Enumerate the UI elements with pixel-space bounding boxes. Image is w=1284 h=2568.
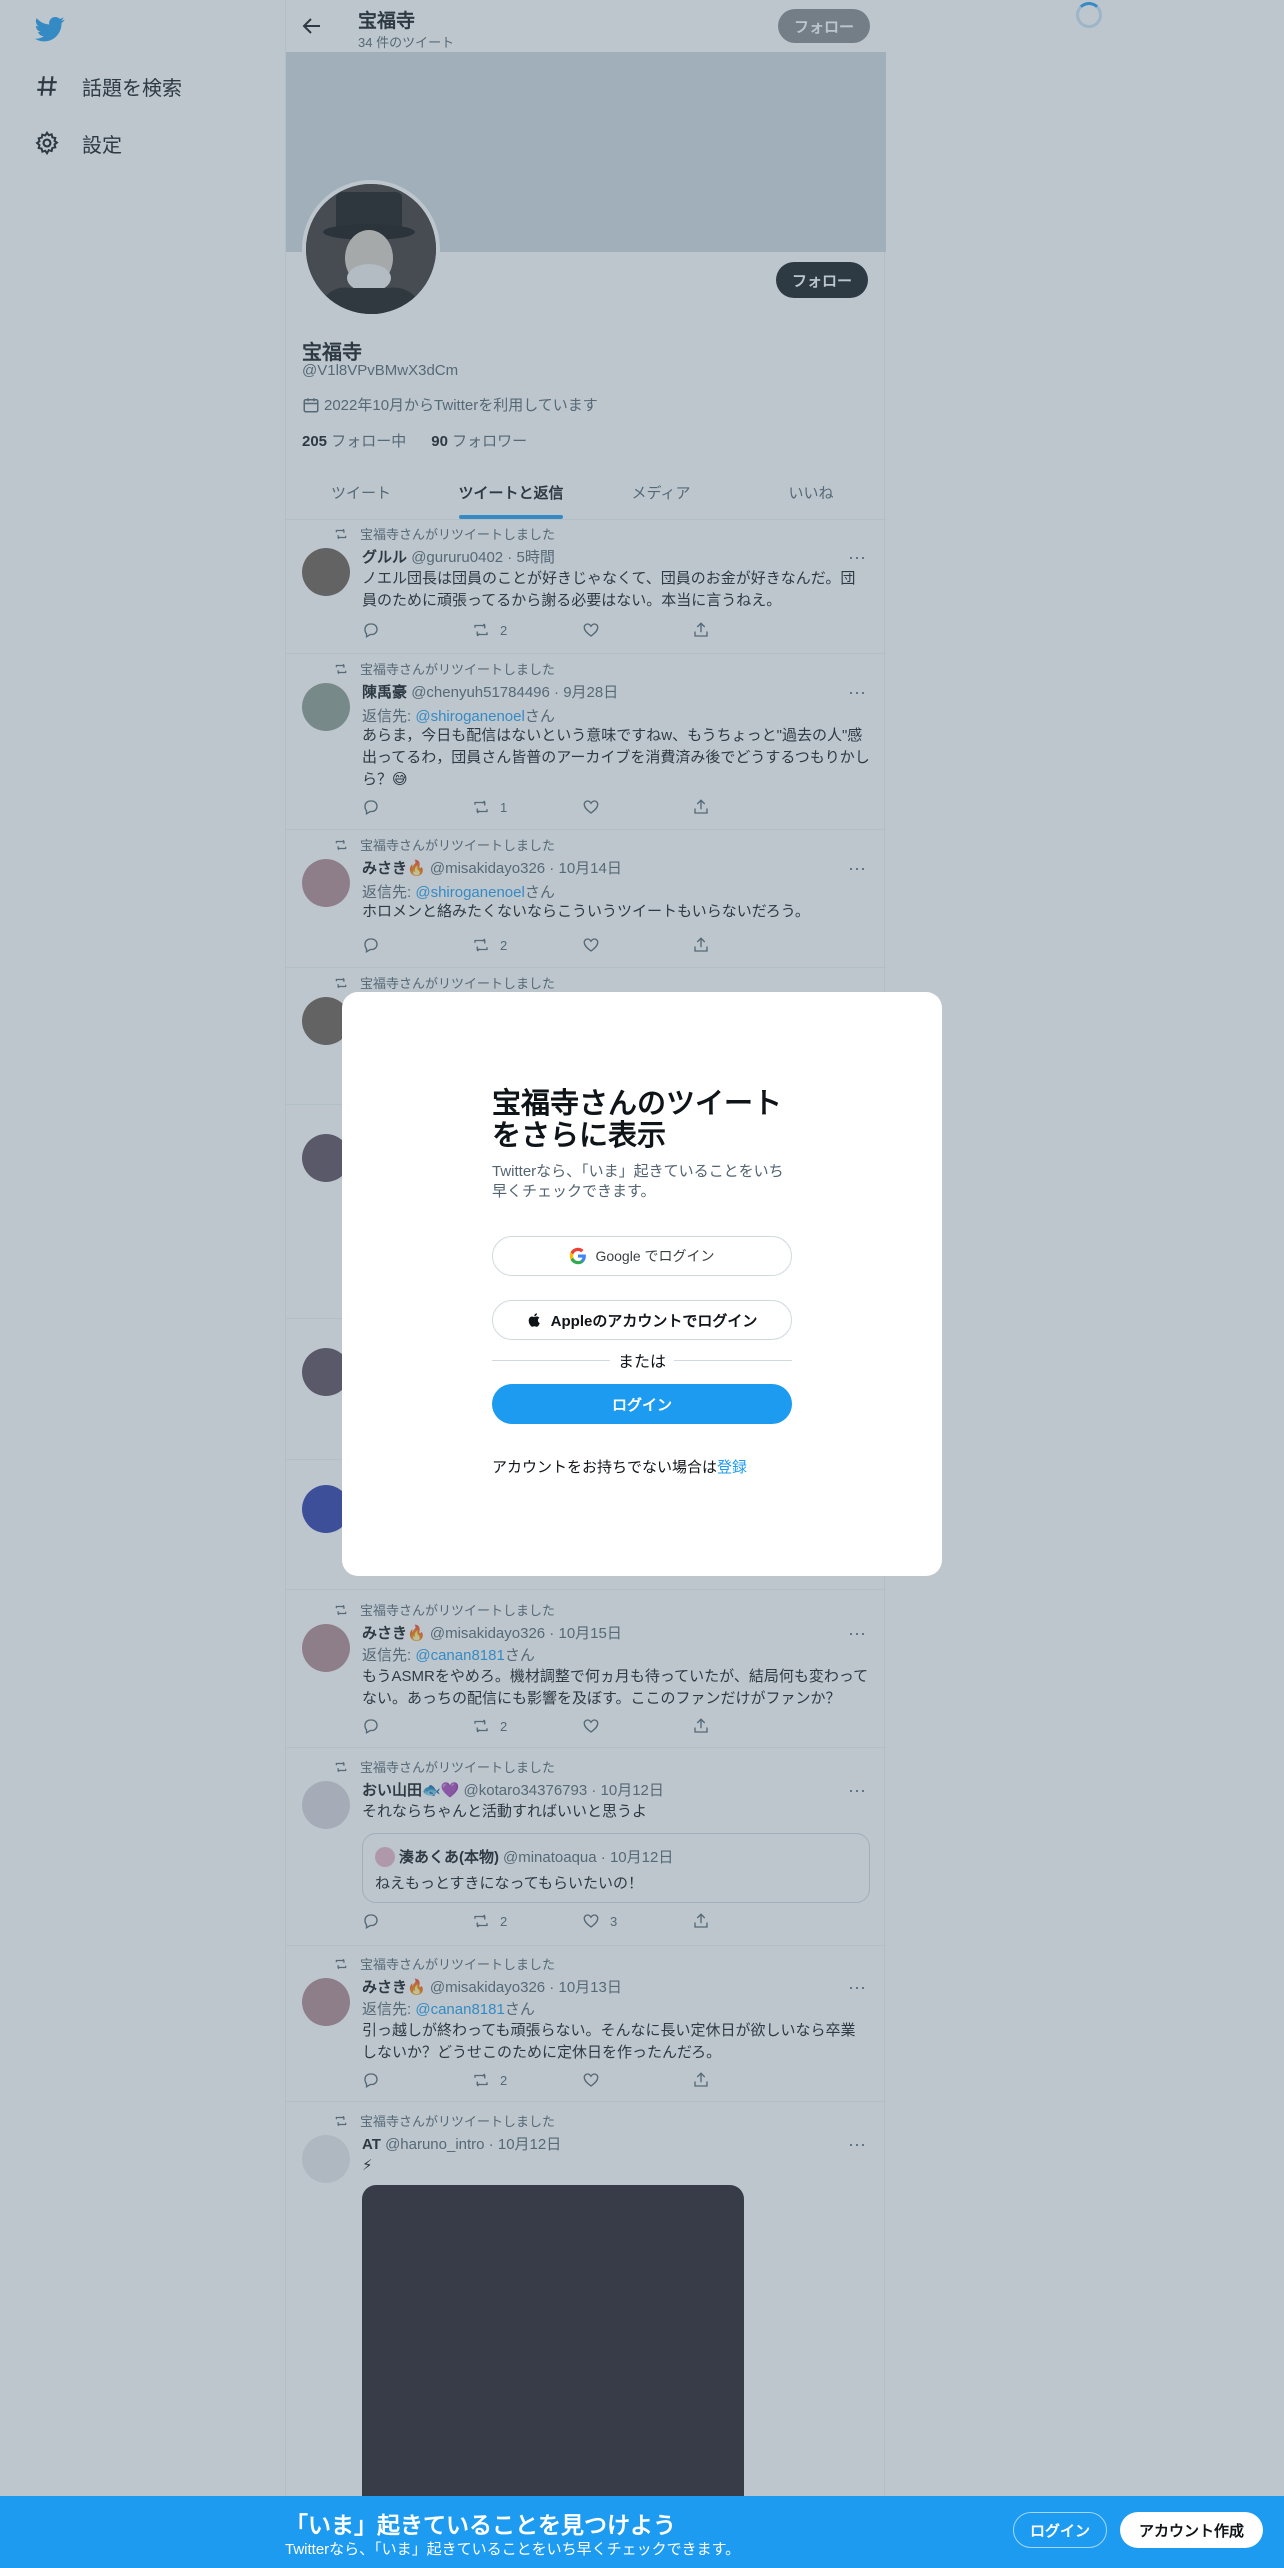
signup-prefix: アカウントをお持ちでない場合は xyxy=(492,1459,718,1476)
login-button[interactable]: ログイン xyxy=(492,1384,792,1424)
bottom-signup-bar: 「いま」起きていることを見つけよう Twitterなら、「いま」起きていることを… xyxy=(0,2496,1284,2568)
divider-line xyxy=(492,1359,610,1361)
bottom-bar-subtitle: Twitterなら、「いま」起きていることをいち早くチェックできます。 xyxy=(285,2541,741,2558)
modal-subtitle: Twitterなら、「いま」起きていることをいち早くチェックできます。 xyxy=(492,1163,784,1200)
login-modal: 宝福寺さんのツイートをさらに表示 Twitterなら、「いま」起きていることをい… xyxy=(342,992,942,1576)
google-login-label: Google でログイン xyxy=(595,1248,715,1264)
signup-prompt: アカウントをお持ちでない場合は登録 xyxy=(492,1456,747,1477)
or-divider: または xyxy=(492,1350,793,1371)
page-root: 話題を検索 設定 宝福寺 34 件のツイート フォロー フォロー 宝福寺 @V1… xyxy=(0,0,1284,2568)
google-login-button[interactable]: Google でログイン xyxy=(492,1236,792,1276)
divider-line xyxy=(674,1359,793,1361)
modal-title: 宝福寺さんのツイートをさらに表示 xyxy=(492,1088,783,1152)
bottom-login-button[interactable]: ログイン xyxy=(1013,2512,1107,2548)
or-label: または xyxy=(618,1354,667,1371)
apple-login-label: Appleのアカウントでログイン xyxy=(550,1312,758,1330)
signup-link[interactable]: 登録 xyxy=(717,1459,747,1476)
bottom-signup-button[interactable]: アカウント作成 xyxy=(1120,2512,1263,2548)
apple-login-button[interactable]: Appleのアカウントでログイン xyxy=(492,1300,792,1340)
apple-icon xyxy=(528,1313,540,1327)
bottom-bar-title: 「いま」起きていることを見つけよう xyxy=(285,2512,676,2538)
google-icon xyxy=(570,1247,587,1265)
